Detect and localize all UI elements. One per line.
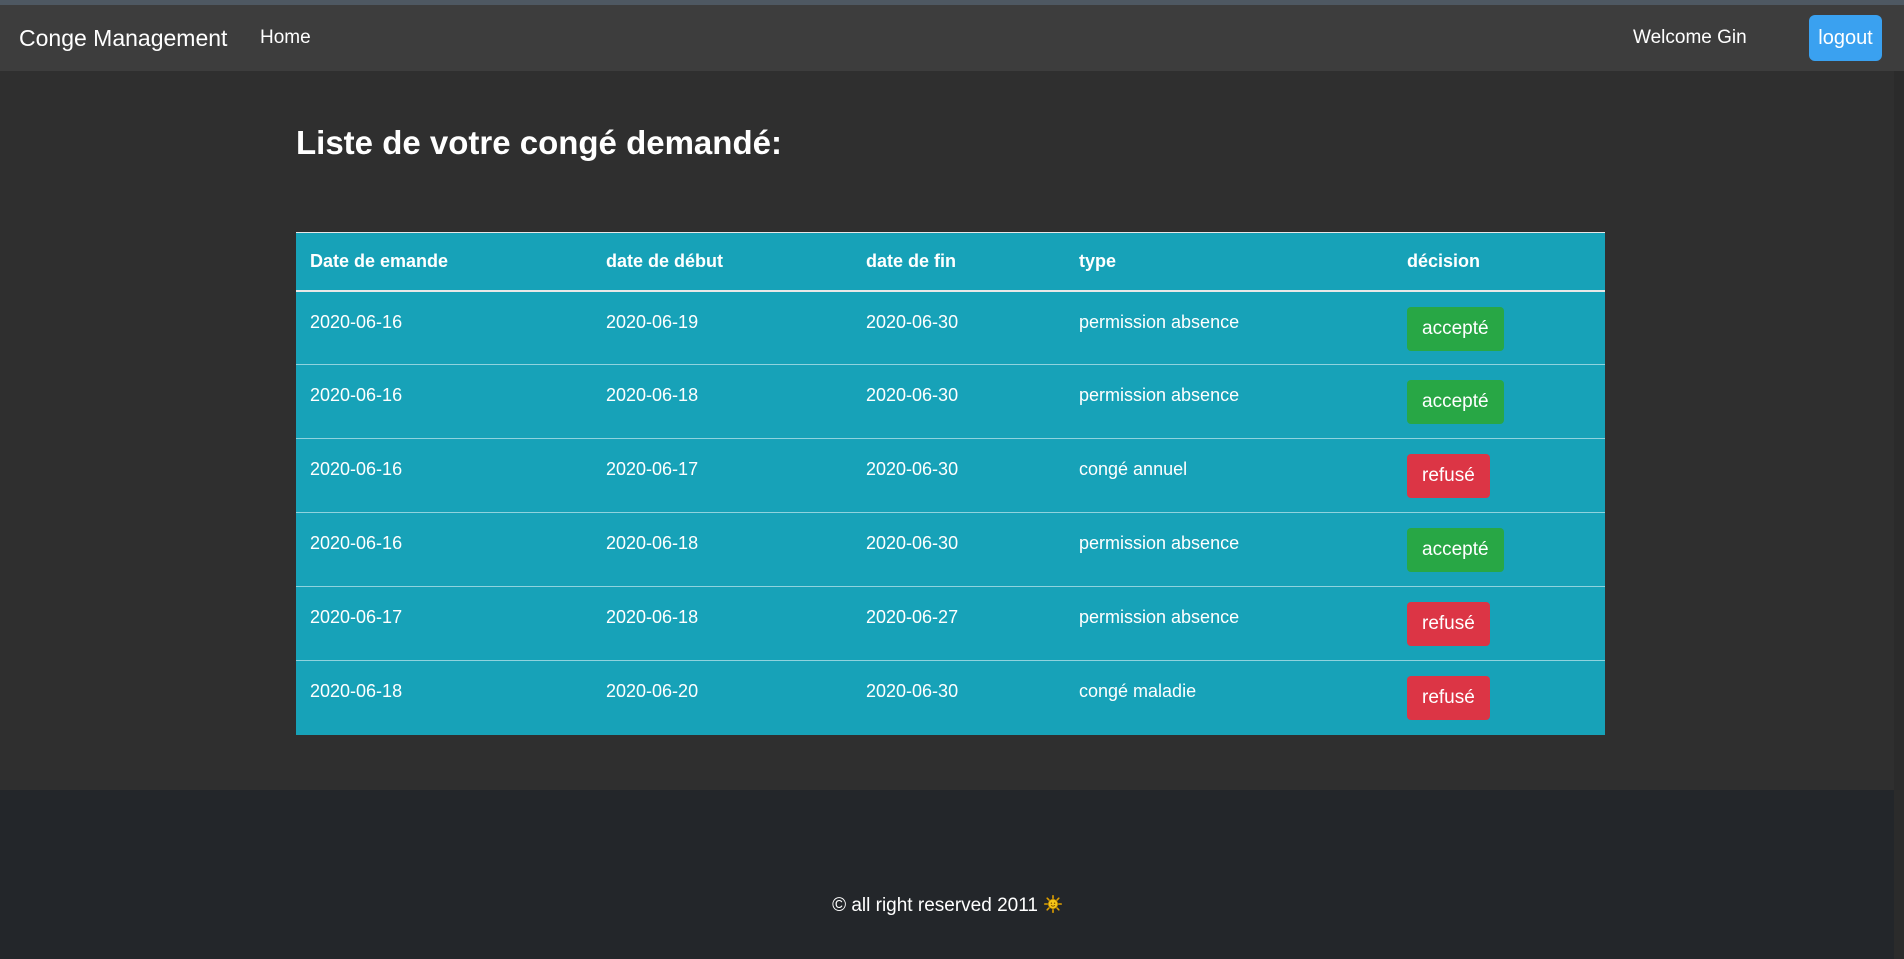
table-row: 2020-06-16 2020-06-19 2020-06-30 permiss… <box>296 290 1605 365</box>
welcome-text: Welcome Gin <box>1633 27 1747 48</box>
cell-type: permission absence <box>1065 364 1393 439</box>
leave-requests-table: Date de emande date de début date de fin… <box>296 232 1605 735</box>
cell-date-fin: 2020-06-30 <box>866 681 959 701</box>
cell-date-demande: 2020-06-16 <box>296 290 592 365</box>
column-header-date-demande: Date de emande <box>296 232 592 292</box>
decision-badge-accepted[interactable]: accepté <box>1407 306 1504 351</box>
cell-date-demande: 2020-06-18 <box>310 681 403 701</box>
cell-type: congé annuel <box>1065 438 1393 513</box>
table-row: 2020-06-18 2020-06-20 2020-06-30 congé m… <box>296 661 1605 735</box>
page-scrollbar[interactable] <box>1894 71 1904 959</box>
footer: © all right reserved 2011 <box>0 790 1894 959</box>
cell-date-fin: 2020-06-30 <box>852 438 1065 513</box>
cell-decision: accepté <box>1393 364 1605 439</box>
column-header-type: type <box>1065 232 1393 292</box>
cell-decision: refusé <box>1393 661 1605 735</box>
sun-icon <box>1043 895 1062 914</box>
cell-type: permission absence <box>1065 586 1393 661</box>
page-title: Liste de votre congé demandé: <box>296 124 782 161</box>
cell-decision: refusé <box>1393 438 1605 513</box>
decision-badge-refused[interactable]: refusé <box>1407 676 1490 720</box>
table-row: 2020-06-17 2020-06-18 2020-06-27 permiss… <box>296 586 1605 661</box>
cell-date-debut: 2020-06-18 <box>592 364 852 439</box>
logout-button[interactable]: logout <box>1809 15 1882 61</box>
table-row: 2020-06-16 2020-06-17 2020-06-30 congé a… <box>296 438 1605 513</box>
cell-date-demande: 2020-06-16 <box>296 512 592 587</box>
decision-badge-refused[interactable]: refusé <box>1407 454 1490 498</box>
table-header-row: Date de emande date de début date de fin… <box>296 232 1605 292</box>
cell-date-debut: 2020-06-17 <box>592 438 852 513</box>
cell-date-debut: 2020-06-18 <box>592 586 852 661</box>
cell-type: congé maladie <box>1079 681 1197 701</box>
cell-date-fin: 2020-06-30 <box>852 364 1065 439</box>
cell-date-debut: 2020-06-20 <box>606 681 699 701</box>
cell-date-demande: 2020-06-16 <box>296 364 592 439</box>
footer-text: © all right reserved 2011 <box>832 895 1038 916</box>
nav-link-home[interactable]: Home <box>260 5 311 71</box>
decision-badge-refused[interactable]: refusé <box>1407 602 1490 646</box>
navbar-brand[interactable]: Conge Management <box>19 5 227 71</box>
cell-date-fin: 2020-06-27 <box>852 586 1065 661</box>
decision-badge-accepted[interactable]: accepté <box>1407 528 1504 572</box>
cell-date-fin: 2020-06-30 <box>852 290 1065 365</box>
cell-date-debut: 2020-06-18 <box>592 512 852 587</box>
column-header-date-debut: date de début <box>592 232 852 292</box>
column-header-decision: décision <box>1393 232 1605 292</box>
cell-type: permission absence <box>1065 290 1393 365</box>
table-row: 2020-06-16 2020-06-18 2020-06-30 permiss… <box>296 364 1605 439</box>
decision-badge-accepted[interactable]: accepté <box>1407 380 1504 424</box>
table-row: 2020-06-16 2020-06-18 2020-06-30 permiss… <box>296 512 1605 587</box>
navbar: Conge Management Home Welcome Gin logout <box>0 5 1904 71</box>
cell-date-demande: 2020-06-16 <box>296 438 592 513</box>
cell-date-debut: 2020-06-19 <box>592 290 852 365</box>
cell-decision: refusé <box>1393 586 1605 661</box>
cell-decision: accepté <box>1393 512 1605 587</box>
cell-date-fin: 2020-06-30 <box>852 512 1065 587</box>
cell-date-demande: 2020-06-17 <box>296 586 592 661</box>
cell-decision: accepté <box>1393 290 1605 365</box>
leave-requests-table-container: Date de emande date de début date de fin… <box>296 232 1605 735</box>
footer-copyright: © all right reserved 2011 <box>0 895 1894 917</box>
column-header-date-fin: date de fin <box>852 232 1065 292</box>
cell-type: permission absence <box>1065 512 1393 587</box>
